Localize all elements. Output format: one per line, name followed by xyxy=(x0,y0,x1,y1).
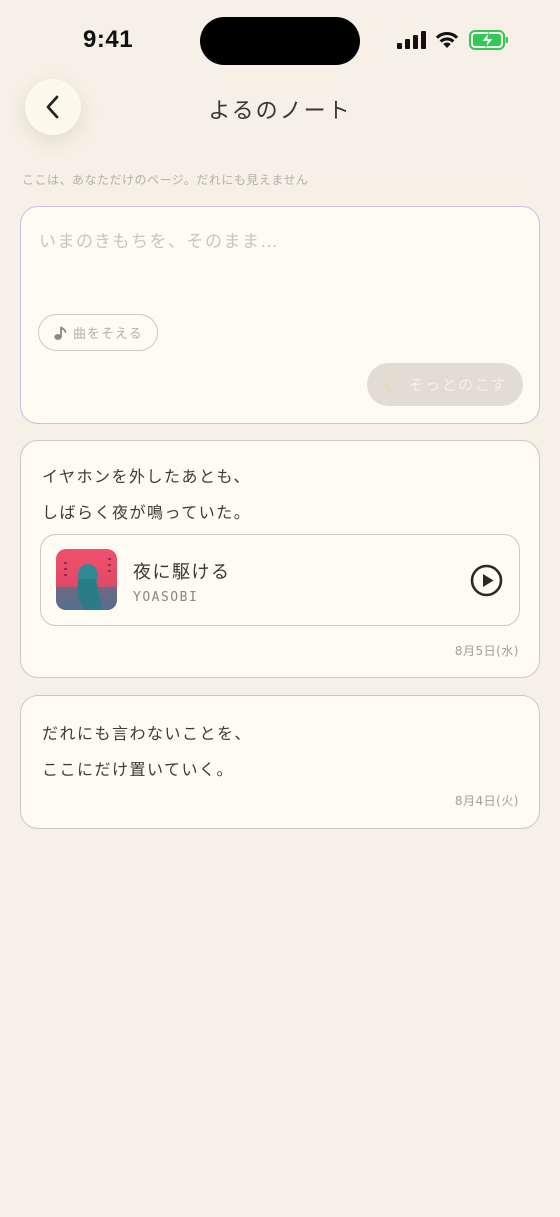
save-label: そっとのこす xyxy=(408,376,508,394)
entry-text-line: イヤホンを外したあとも、 xyxy=(42,467,252,486)
wifi-icon xyxy=(435,31,459,48)
status-time: 9:41 xyxy=(83,26,134,53)
save-button[interactable]: そっとのこす xyxy=(367,363,523,406)
entry-text-line: ここにだけ置いていく。 xyxy=(42,760,235,779)
battery-charging-icon xyxy=(469,30,508,50)
attached-song-card[interactable]: 夜に駆ける YOASOBI xyxy=(40,534,520,626)
play-icon[interactable] xyxy=(470,564,503,597)
entry-text-line: だれにも言わないことを、 xyxy=(42,724,253,743)
album-art xyxy=(56,549,117,610)
note-composer: いまのきもちを、そのまま… 曲をそえる そっとのこす xyxy=(20,206,540,424)
add-song-button[interactable]: 曲をそえる xyxy=(38,314,158,351)
page-title: よるのノート xyxy=(208,99,352,124)
note-entry[interactable]: だれにも言わないことを、 ここにだけ置いていく。 8月4日(火) xyxy=(20,695,540,829)
add-song-label: 曲をそえる xyxy=(73,327,143,342)
entry-date: 8月4日(火) xyxy=(454,794,519,808)
entry-text-line: しばらく夜が鳴っていた。 xyxy=(42,503,252,522)
page-subtitle: ここは、あなただけのページ。だれにも見えません xyxy=(22,173,309,187)
song-artist: YOASOBI xyxy=(133,590,199,605)
song-title: 夜に駆ける xyxy=(133,562,231,583)
music-note-icon xyxy=(54,325,67,340)
dynamic-island xyxy=(200,17,360,65)
moon-icon xyxy=(385,379,399,392)
status-bar: 9:41 xyxy=(0,0,560,80)
note-entry[interactable]: イヤホンを外したあとも、 しばらく夜が鳴っていた。 夜に駆ける YOASOBI … xyxy=(20,440,540,678)
entry-date: 8月5日(水) xyxy=(454,644,519,658)
note-input[interactable]: いまのきもちを、そのまま… xyxy=(39,227,519,252)
cellular-signal-icon xyxy=(397,31,426,49)
